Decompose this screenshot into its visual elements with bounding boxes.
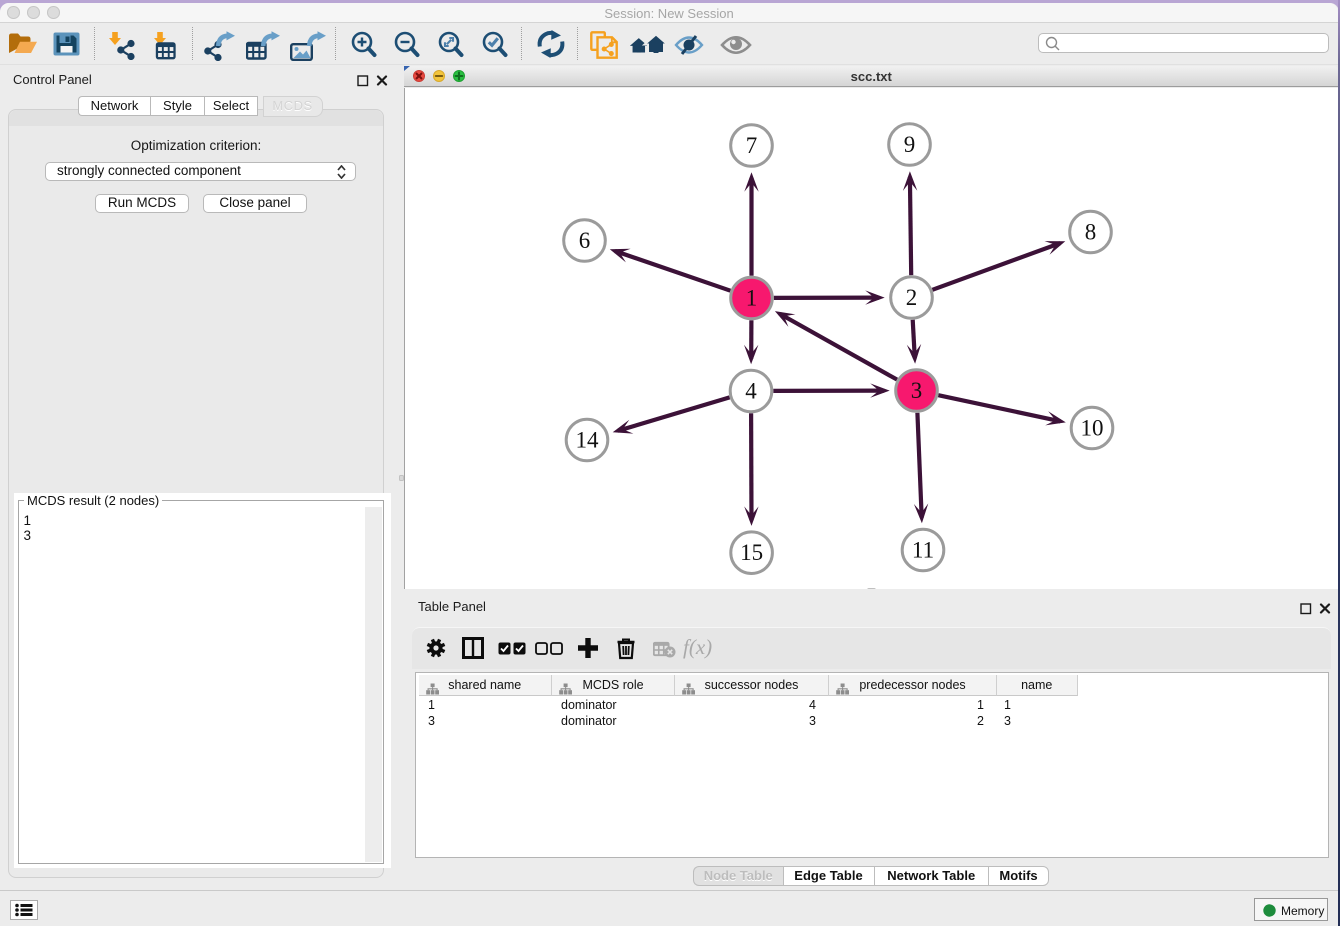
svg-text:6: 6 — [579, 228, 591, 253]
svg-text:8: 8 — [1085, 220, 1097, 245]
svg-text:15: 15 — [740, 540, 763, 565]
svg-text:11: 11 — [912, 538, 934, 563]
svg-text:9: 9 — [904, 132, 916, 157]
svg-text:4: 4 — [745, 379, 757, 404]
svg-text:7: 7 — [746, 133, 758, 158]
svg-text:1: 1 — [746, 286, 758, 311]
svg-text:3: 3 — [911, 378, 923, 403]
svg-text:14: 14 — [576, 428, 600, 453]
svg-text:2: 2 — [906, 285, 918, 310]
svg-text:10: 10 — [1081, 416, 1104, 441]
